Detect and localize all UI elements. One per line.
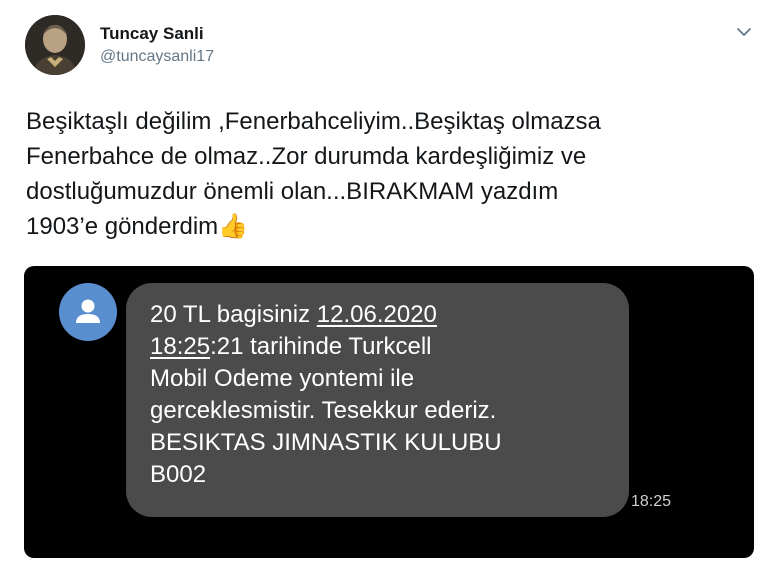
person-icon — [76, 299, 100, 323]
thumbs-up-icon: 👍 — [218, 213, 249, 240]
sms-message-text: 20 TL bagisiniz 12.06.2020 18:25:21 tari… — [150, 299, 620, 491]
chevron-down-icon[interactable] — [734, 22, 754, 42]
tweet-text-line: dostluğumuzdur önemli olan...BIRAKMAM ya… — [26, 178, 559, 205]
tweet-text-line-last: 1903’e gönderdim👍 — [26, 209, 746, 244]
user-handle[interactable]: @tuncaysanli17 — [100, 48, 214, 66]
sms-timestamp: 18:25 — [631, 493, 672, 510]
sms-message-bubble: 20 TL bagisiniz 12.06.2020 18:25:21 tari… — [126, 283, 629, 517]
sms-time-link[interactable]: 18:25 — [150, 333, 210, 360]
sms-line-2-rest: :21 tarihinde Turkcell — [210, 333, 432, 360]
tweet-text-line: Beşiktaşlı değilim ,Fenerbahceliyim..Beş… — [26, 108, 601, 135]
tweet-text-line: Fenerbahce de olmaz..Zor durumda kardeşl… — [26, 143, 587, 170]
sms-line-3: Mobil Odeme yontemi ile — [150, 365, 415, 392]
sms-line-6: B002 — [150, 461, 207, 488]
user-name[interactable]: Tuncay Sanli — [100, 24, 204, 44]
sms-line-1: 20 TL bagisiniz 12.06.2020 — [150, 299, 620, 331]
sms-contact-avatar — [59, 283, 117, 341]
avatar[interactable] — [25, 15, 85, 75]
sms-line-1-prefix: 20 TL bagisiniz — [150, 301, 317, 328]
tweet-media-image[interactable]: 20 TL bagisiniz 12.06.2020 18:25:21 tari… — [24, 266, 754, 558]
tweet-text-fragment: 1903’e gönderdim — [26, 213, 219, 240]
sms-line-4: gerceklesmistir. Tesekkur ederiz. — [150, 397, 497, 424]
sms-date-link[interactable]: 12.06.2020 — [317, 301, 437, 328]
sms-line-5: BESIKTAS JIMNASTIK KULUBU — [150, 429, 502, 456]
tweet-text: Beşiktaşlı değilim ,Fenerbahceliyim..Beş… — [26, 104, 746, 244]
avatar-portrait-image — [25, 15, 85, 75]
tweet-card: Tuncay Sanli @tuncaysanli17 Beşiktaşlı d… — [0, 0, 770, 567]
sms-line-2: 18:25:21 tarihinde Turkcell — [150, 331, 620, 363]
